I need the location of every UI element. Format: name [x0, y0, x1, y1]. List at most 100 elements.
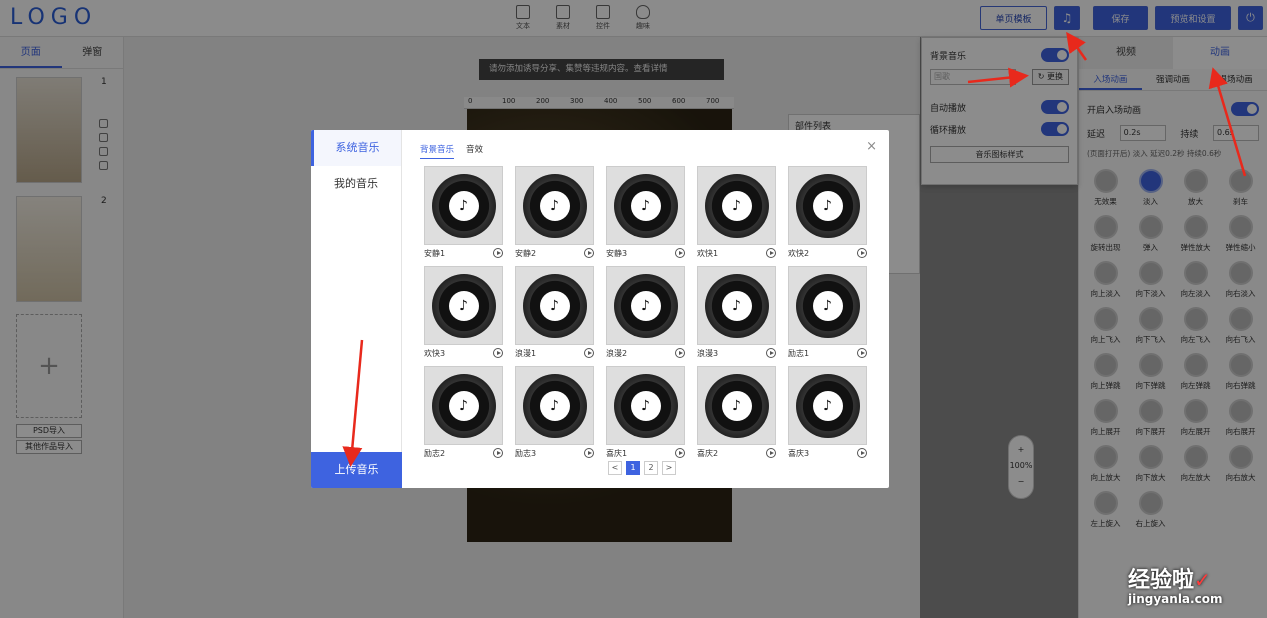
- play-icon[interactable]: [766, 348, 776, 358]
- music-note-icon: ♪: [539, 390, 570, 421]
- music-note-icon: ♪: [539, 190, 570, 221]
- music-item[interactable]: ♪ 安静2: [515, 166, 594, 260]
- music-title: 安静1: [424, 248, 446, 258]
- music-item[interactable]: ♪ 欢快2: [788, 166, 867, 260]
- vinyl-disc-icon: ♪: [613, 273, 678, 338]
- play-icon[interactable]: [857, 448, 867, 458]
- sidebar-item-my-music[interactable]: 我的音乐: [311, 166, 401, 202]
- sidebar-item-system-music[interactable]: 系统音乐: [311, 130, 401, 166]
- vinyl-disc-icon: ♪: [522, 273, 587, 338]
- music-cover[interactable]: ♪: [606, 266, 685, 345]
- music-note-icon: ♪: [721, 290, 752, 321]
- pagination: < 1 2 >: [608, 461, 676, 475]
- page-button[interactable]: 1: [626, 461, 640, 475]
- page-button[interactable]: 2: [644, 461, 658, 475]
- music-item[interactable]: ♪ 浪漫2: [606, 266, 685, 360]
- music-item[interactable]: ♪ 喜庆3: [788, 366, 867, 460]
- music-library-modal: 系统音乐 我的音乐 上传音乐 背景音乐 音效 × ♪ 安静1 ♪ 安静2 ♪ 安静3 ♪ 欢快…: [311, 130, 889, 488]
- music-title: 欢快1: [697, 248, 719, 258]
- tab-background-music[interactable]: 背景音乐: [420, 143, 455, 159]
- music-note-icon: ♪: [448, 290, 479, 321]
- music-item[interactable]: ♪ 励志2: [424, 366, 503, 460]
- play-icon[interactable]: [857, 248, 867, 258]
- music-cover[interactable]: ♪: [515, 366, 594, 445]
- play-icon[interactable]: [857, 348, 867, 358]
- music-note-icon: ♪: [721, 190, 752, 221]
- play-icon[interactable]: [675, 248, 685, 258]
- music-cover[interactable]: ♪: [697, 266, 776, 345]
- play-icon[interactable]: [493, 448, 503, 458]
- music-title: 励志2: [424, 448, 446, 458]
- play-icon[interactable]: [584, 248, 594, 258]
- music-item[interactable]: ♪ 喜庆2: [697, 366, 776, 460]
- music-title: 安静3: [606, 248, 628, 258]
- music-title: 喜庆2: [697, 448, 719, 458]
- music-item[interactable]: ♪ 喜庆1: [606, 366, 685, 460]
- music-title: 喜庆1: [606, 448, 628, 458]
- music-note-icon: ♪: [630, 390, 661, 421]
- music-cover[interactable]: ♪: [424, 366, 503, 445]
- music-cover[interactable]: ♪: [788, 266, 867, 345]
- vinyl-disc-icon: ♪: [613, 373, 678, 438]
- vinyl-disc-icon: ♪: [704, 273, 769, 338]
- music-note-icon: ♪: [448, 390, 479, 421]
- music-cover[interactable]: ♪: [424, 266, 503, 345]
- music-note-icon: ♪: [630, 290, 661, 321]
- next-page-button[interactable]: >: [662, 461, 676, 475]
- vinyl-disc-icon: ♪: [431, 273, 496, 338]
- vinyl-disc-icon: ♪: [431, 173, 496, 238]
- vinyl-disc-icon: ♪: [795, 273, 860, 338]
- vinyl-disc-icon: ♪: [613, 173, 678, 238]
- prev-page-button[interactable]: <: [608, 461, 622, 475]
- music-note-icon: ♪: [812, 390, 843, 421]
- music-title: 欢快3: [424, 348, 446, 358]
- music-cover[interactable]: ♪: [606, 166, 685, 245]
- music-note-icon: ♪: [630, 190, 661, 221]
- music-cover[interactable]: ♪: [606, 366, 685, 445]
- music-item[interactable]: ♪ 安静3: [606, 166, 685, 260]
- modal-tabs: 背景音乐 音效: [420, 143, 483, 159]
- music-note-icon: ♪: [539, 290, 570, 321]
- music-title: 励志1: [788, 348, 810, 358]
- music-item[interactable]: ♪ 浪漫1: [515, 266, 594, 360]
- music-cover[interactable]: ♪: [515, 166, 594, 245]
- vinyl-disc-icon: ♪: [522, 373, 587, 438]
- music-note-icon: ♪: [812, 290, 843, 321]
- play-icon[interactable]: [584, 348, 594, 358]
- vinyl-disc-icon: ♪: [522, 173, 587, 238]
- music-title: 欢快2: [788, 248, 810, 258]
- play-icon[interactable]: [766, 248, 776, 258]
- play-icon[interactable]: [584, 448, 594, 458]
- music-item[interactable]: ♪ 励志3: [515, 366, 594, 460]
- music-note-icon: ♪: [721, 390, 752, 421]
- vinyl-disc-icon: ♪: [795, 373, 860, 438]
- music-cover[interactable]: ♪: [697, 166, 776, 245]
- music-item[interactable]: ♪ 欢快3: [424, 266, 503, 360]
- close-icon[interactable]: ×: [866, 140, 877, 153]
- watermark: 经验啦✓ jingyanla.com: [1128, 568, 1223, 606]
- music-note-icon: ♪: [448, 190, 479, 221]
- tab-sound-effects[interactable]: 音效: [466, 143, 483, 159]
- play-icon[interactable]: [493, 348, 503, 358]
- music-cover[interactable]: ♪: [424, 166, 503, 245]
- music-cover[interactable]: ♪: [788, 366, 867, 445]
- vinyl-disc-icon: ♪: [704, 373, 769, 438]
- play-icon[interactable]: [493, 248, 503, 258]
- vinyl-disc-icon: ♪: [431, 373, 496, 438]
- vinyl-disc-icon: ♪: [704, 173, 769, 238]
- music-cover[interactable]: ♪: [515, 266, 594, 345]
- play-icon[interactable]: [675, 348, 685, 358]
- music-cover[interactable]: ♪: [788, 166, 867, 245]
- play-icon[interactable]: [675, 448, 685, 458]
- music-item[interactable]: ♪ 浪漫3: [697, 266, 776, 360]
- music-cover[interactable]: ♪: [697, 366, 776, 445]
- music-grid: ♪ 安静1 ♪ 安静2 ♪ 安静3 ♪ 欢快1 ♪ 欢快2 ♪ 欢快3 ♪ 浪漫1 ♪ 浪漫2 ♪ 浪漫3 ♪ 励志1…: [424, 166, 867, 460]
- music-item[interactable]: ♪ 欢快1: [697, 166, 776, 260]
- music-title: 浪漫2: [606, 348, 628, 358]
- music-item[interactable]: ♪ 安静1: [424, 166, 503, 260]
- play-icon[interactable]: [766, 448, 776, 458]
- upload-music-button[interactable]: 上传音乐: [311, 452, 402, 488]
- music-item[interactable]: ♪ 励志1: [788, 266, 867, 360]
- check-icon: ✓: [1194, 568, 1211, 592]
- modal-sidebar: 系统音乐 我的音乐 上传音乐: [311, 130, 402, 488]
